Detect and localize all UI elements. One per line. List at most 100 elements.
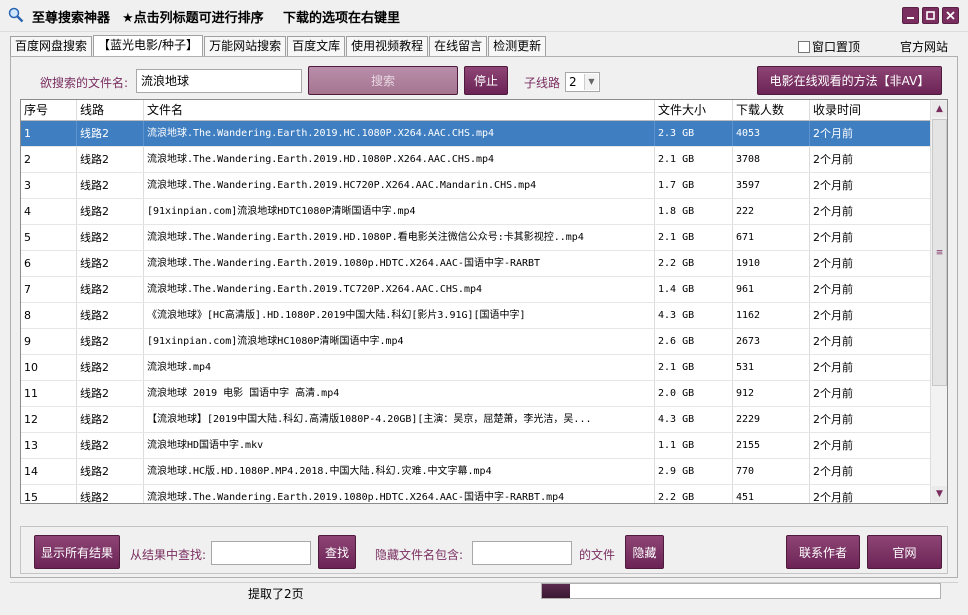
subline-select[interactable]: 2 ▼ — [565, 72, 600, 92]
cell-time: 2个月前 — [810, 433, 931, 458]
table-row[interactable]: 6 线路2 流浪地球.The.Wandering.Earth.2019.1080p.… — [21, 251, 931, 277]
column-header-line[interactable]: 线路 — [77, 100, 144, 120]
cell-filename: 流浪地球 2019 电影 国语中字 高清.mp4 — [144, 381, 655, 406]
table-row[interactable]: 9 线路2 [91xinpian.com]流浪地球HC1080P清晰国语中字.mp4… — [21, 329, 931, 355]
checkbox-box[interactable] — [798, 41, 810, 53]
cell-index: 5 — [21, 225, 77, 250]
cell-line: 线路2 — [77, 121, 144, 146]
table-row[interactable]: 1 线路2 流浪地球.The.Wandering.Earth.2019.HC.108… — [21, 121, 931, 147]
table-row[interactable]: 4 线路2 [91xinpian.com]流浪地球HDTC1080P清晰国语中字.m… — [21, 199, 931, 225]
cell-time: 2个月前 — [810, 199, 931, 224]
cell-line: 线路2 — [77, 277, 144, 302]
cell-filename: 流浪地球.The.Wandering.Earth.2019.HD.1080P.X… — [144, 147, 655, 172]
search-label: 欲搜索的文件名: — [40, 76, 129, 90]
progress-bar — [541, 583, 941, 599]
maximize-button[interactable] — [922, 7, 939, 24]
cell-downloads: 2673 — [733, 329, 810, 354]
table-row[interactable]: 2 线路2 流浪地球.The.Wandering.Earth.2019.HD.108… — [21, 147, 931, 173]
cell-filename: 流浪地球.HC版.HD.1080P.MP4.2018.中国大陆.科幻.灾难.中文… — [144, 459, 655, 484]
cell-time: 2个月前 — [810, 277, 931, 302]
cell-line: 线路2 — [77, 173, 144, 198]
scroll-thumb[interactable]: ≡ — [932, 119, 947, 386]
table-row[interactable]: 11 线路2 流浪地球 2019 电影 国语中字 高清.mp4 2.0 GB 912 2个… — [21, 381, 931, 407]
table-row[interactable]: 12 线路2 【流浪地球】[2019中国大陆.科幻.高清版1080P-4.20GB]… — [21, 407, 931, 433]
tab-bluray-torrent[interactable]: 【蓝光电影/种子】 — [93, 35, 204, 56]
show-all-results-button[interactable]: 显示所有结果 — [34, 535, 120, 569]
scroll-down-icon[interactable]: ▼ — [932, 486, 947, 502]
tab-online-message[interactable]: 在线留言 — [429, 36, 488, 56]
hide-button[interactable]: 隐藏 — [625, 535, 664, 569]
find-input[interactable] — [211, 541, 311, 565]
table-row[interactable]: 15 线路2 流浪地球.The.Wandering.Earth.2019.1080p… — [21, 485, 931, 503]
cell-index: 6 — [21, 251, 77, 276]
minimize-button[interactable] — [902, 7, 919, 24]
tab-check-update[interactable]: 检测更新 — [488, 36, 547, 56]
official-site-link[interactable]: 官方网站 — [900, 38, 948, 55]
cell-index: 12 — [21, 407, 77, 432]
search-button[interactable]: 搜索 — [308, 66, 458, 95]
chevron-down-icon[interactable]: ▼ — [584, 74, 598, 90]
search-input[interactable]: 流浪地球 — [136, 69, 302, 93]
app-title: 至尊搜索神器 — [32, 11, 111, 26]
cell-line: 线路2 — [77, 407, 144, 432]
tab-video-tutorial[interactable]: 使用视频教程 — [346, 36, 429, 56]
cell-time: 2个月前 — [810, 251, 931, 276]
table-row[interactable]: 8 线路2 《流浪地球》[HC高清版].HD.1080P.2019中国大陆.科幻[影… — [21, 303, 931, 329]
table-row[interactable]: 13 线路2 流浪地球HD国语中字.mkv 1.1 GB 2155 2个月前 — [21, 433, 931, 459]
cell-size: 2.1 GB — [655, 225, 733, 250]
column-header-filename[interactable]: 文件名 — [144, 100, 655, 120]
cell-filename: 流浪地球.The.Wandering.Earth.2019.1080p.HDTC… — [144, 485, 655, 503]
cell-filename: 【流浪地球】[2019中国大陆.科幻.高清版1080P-4.20GB][主演：吴… — [144, 407, 655, 432]
column-header-time[interactable]: 收录时间 — [810, 100, 931, 120]
cell-line: 线路2 — [77, 225, 144, 250]
tab-baidu-pan[interactable]: 百度网盘搜索 — [10, 36, 93, 56]
cell-size: 2.1 GB — [655, 355, 733, 380]
cell-size: 2.2 GB — [655, 485, 733, 503]
tab-baidu-wenku[interactable]: 百度文库 — [287, 36, 346, 56]
pin-window-checkbox[interactable]: 窗口置顶 — [798, 38, 860, 55]
cell-index: 9 — [21, 329, 77, 354]
cell-downloads: 3708 — [733, 147, 810, 172]
cell-line: 线路2 — [77, 251, 144, 276]
find-label: 从结果中查找: — [130, 548, 207, 562]
title-bar: 至尊搜索神器 ★点击列标题可进行排序 下载的选项在右键里 — [0, 0, 968, 32]
scroll-up-icon[interactable]: ▲ — [932, 101, 947, 117]
cell-downloads: 222 — [733, 199, 810, 224]
cell-downloads: 4053 — [733, 121, 810, 146]
online-watch-method-button[interactable]: 电影在线观看的方法【非AV】 — [757, 66, 942, 95]
stop-button[interactable]: 停止 — [464, 66, 508, 95]
table-row[interactable]: 14 线路2 流浪地球.HC版.HD.1080P.MP4.2018.中国大陆.科幻.… — [21, 459, 931, 485]
table-header: 序号 线路 文件名 文件大小 下载人数 收录时间 — [21, 100, 931, 121]
cell-size: 2.3 GB — [655, 121, 733, 146]
cell-size: 1.1 GB — [655, 433, 733, 458]
table-row[interactable]: 7 线路2 流浪地球.The.Wandering.Earth.2019.TC720P… — [21, 277, 931, 303]
close-button[interactable] — [942, 7, 959, 24]
results-table[interactable]: 序号 线路 文件名 文件大小 下载人数 收录时间 1 线路2 流浪地球.The.Wa… — [20, 99, 948, 504]
table-row[interactable]: 3 线路2 流浪地球.The.Wandering.Earth.2019.HC720P… — [21, 173, 931, 199]
cell-downloads: 1910 — [733, 251, 810, 276]
column-header-size[interactable]: 文件大小 — [655, 100, 733, 120]
status-text: 提取了2页 — [248, 587, 304, 601]
table-row[interactable]: 10 线路2 流浪地球.mp4 2.1 GB 531 2个月前 — [21, 355, 931, 381]
cell-line: 线路2 — [77, 485, 144, 503]
cell-line: 线路2 — [77, 381, 144, 406]
cell-index: 10 — [21, 355, 77, 380]
tab-universal-search[interactable]: 万能网站搜索 — [204, 36, 287, 56]
table-row[interactable]: 5 线路2 流浪地球.The.Wandering.Earth.2019.HD.108… — [21, 225, 931, 251]
download-hint: 下载的选项在右键里 — [283, 11, 401, 26]
cell-filename: 流浪地球HD国语中字.mkv — [144, 433, 655, 458]
cell-size: 2.9 GB — [655, 459, 733, 484]
cell-downloads: 961 — [733, 277, 810, 302]
vertical-scrollbar[interactable]: ▲ ≡ ▼ — [930, 100, 947, 503]
find-button[interactable]: 查找 — [318, 535, 356, 569]
column-header-downloads[interactable]: 下载人数 — [733, 100, 810, 120]
contact-author-button[interactable]: 联系作者 — [786, 535, 860, 569]
column-header-index[interactable]: 序号 — [21, 100, 77, 120]
cell-time: 2个月前 — [810, 225, 931, 250]
cell-size: 2.2 GB — [655, 251, 733, 276]
hide-input[interactable] — [472, 541, 572, 565]
website-button[interactable]: 官网 — [867, 535, 942, 569]
cell-size: 1.4 GB — [655, 277, 733, 302]
cell-index: 2 — [21, 147, 77, 172]
cell-downloads: 3597 — [733, 173, 810, 198]
